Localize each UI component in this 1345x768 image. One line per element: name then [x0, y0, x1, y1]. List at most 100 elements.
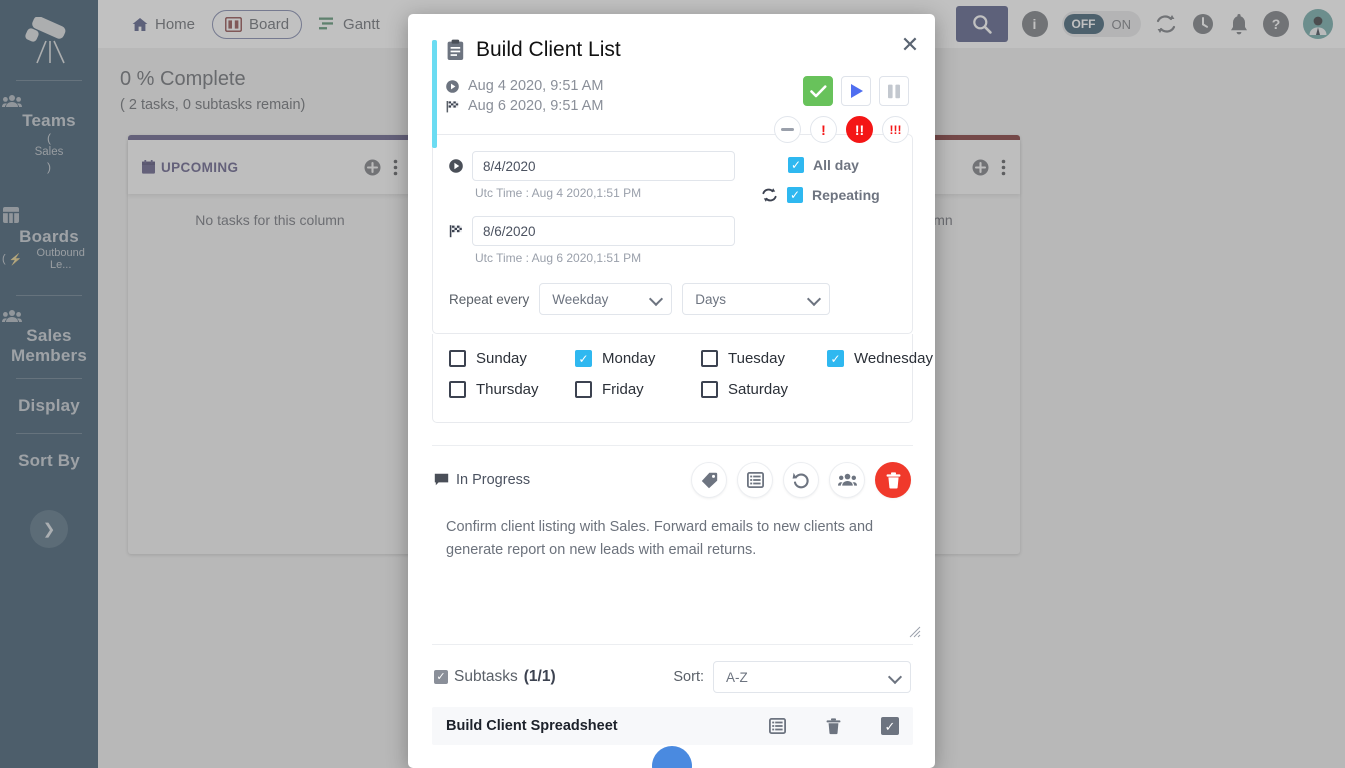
end-datetime: Aug 6 2020, 9:51 AM [468, 98, 604, 114]
subtask-delete-icon[interactable] [826, 717, 841, 735]
start-date-input[interactable] [472, 151, 735, 181]
task-title: Build Client List [476, 38, 621, 61]
subtasks-count: (1/1) [523, 668, 556, 685]
weekday-saturday[interactable]: Saturday [701, 381, 827, 398]
subtasks-sort: Sort: A-Z [673, 661, 911, 693]
progress-status: In Progress [434, 472, 530, 488]
end-date-line: Aug 6 2020, 9:51 AM [446, 96, 603, 116]
modal-title-area: Build Client List [432, 38, 913, 148]
weekday-label: Friday [602, 381, 644, 398]
priority-high-button[interactable]: !!! [882, 116, 909, 143]
weekday-label: Saturday [728, 381, 789, 398]
task-action-buttons [691, 462, 911, 498]
task-detail-modal: ✕ Build Client List Aug 4 2020, 9:51 AM … [408, 14, 935, 768]
schedule-options: All day Repeating [735, 151, 896, 265]
schedule-panel: Utc Time : Aug 4 2020,1:51 PM Utc Time :… [432, 134, 913, 334]
subtask-done-checkbox[interactable] [881, 717, 899, 735]
subtask-notes-icon[interactable] [769, 718, 786, 734]
add-subtask-fab[interactable] [651, 746, 692, 768]
weekday-monday-checkbox[interactable] [575, 350, 592, 367]
weekday-sunday-checkbox[interactable] [449, 350, 466, 367]
play-circle-icon [446, 79, 459, 93]
all-day-label: All day [813, 157, 859, 173]
priority-low-button[interactable]: ! [810, 116, 837, 143]
weekday-tuesday[interactable]: Tuesday [701, 350, 827, 367]
start-utc-time: Utc Time : Aug 4 2020,1:51 PM [475, 186, 642, 200]
weekday-wednesday[interactable]: Wednesday [827, 350, 933, 367]
task-description[interactable]: Confirm client listing with Sales. Forwa… [432, 516, 921, 638]
sort-select-wrap: A-Z [713, 661, 911, 693]
flag-icon [446, 100, 459, 113]
weekday-label: Thursday [476, 381, 539, 398]
start-date-field [449, 151, 735, 181]
modal-dates: Aug 4 2020, 9:51 AM Aug 6 2020, 9:51 AM [446, 76, 603, 116]
weekday-wednesday-checkbox[interactable] [827, 350, 844, 367]
start-datetime: Aug 4 2020, 9:51 AM [468, 78, 604, 94]
play-circle-icon [449, 159, 463, 173]
progress-label: In Progress [456, 472, 531, 488]
repeating-checkbox[interactable] [787, 187, 803, 203]
status-complete-button[interactable] [803, 76, 833, 106]
end-utc-time: Utc Time : Aug 6 2020,1:51 PM [475, 251, 642, 265]
comment-icon [434, 473, 449, 487]
modal-body: Build Client List Aug 4 2020, 9:51 AM Au… [408, 14, 935, 768]
resize-handle[interactable] [909, 626, 921, 638]
subtasks-checkbox[interactable] [434, 670, 448, 684]
priority-none-button[interactable] [774, 116, 801, 143]
modal-dates-row: Aug 4 2020, 9:51 AM Aug 6 2020, 9:51 AM [432, 76, 913, 143]
subtask-name: Build Client Spreadsheet [446, 718, 618, 734]
repeat-every-label: Repeat every [449, 291, 530, 307]
flag-icon [449, 224, 463, 238]
start-date-line: Aug 4 2020, 9:51 AM [446, 76, 603, 96]
weekday-label: Tuesday [728, 350, 785, 367]
status-pause-button[interactable] [879, 76, 909, 106]
date-fields: Utc Time : Aug 4 2020,1:51 PM Utc Time :… [449, 151, 735, 265]
repeat-unit-wrap: Days [682, 283, 831, 315]
all-day-option[interactable]: All day [761, 157, 896, 173]
weekday-thursday-checkbox[interactable] [449, 381, 466, 398]
priority-medium-button[interactable]: !! [846, 116, 873, 143]
weekday-monday[interactable]: Monday [575, 350, 701, 367]
repeating-label: Repeating [812, 187, 880, 203]
weekday-saturday-checkbox[interactable] [701, 381, 718, 398]
all-day-checkbox[interactable] [788, 157, 804, 173]
weekday-panel: Sunday Monday Tuesday Wednesday [432, 334, 933, 423]
clipboard-icon [446, 39, 465, 61]
sync-icon [761, 187, 778, 203]
sort-label: Sort: [673, 669, 704, 685]
end-date-input[interactable] [472, 216, 735, 246]
weekday-grid-spacer [827, 381, 933, 398]
description-text: Confirm client listing with Sales. Forwa… [446, 519, 874, 558]
status-buttons [803, 76, 909, 106]
assign-people-icon[interactable] [829, 462, 865, 498]
trash-icon[interactable] [875, 462, 911, 498]
subtask-actions [769, 717, 899, 735]
weekday-friday-checkbox[interactable] [575, 381, 592, 398]
subtasks-label-wrap: Subtasks (1/1) [434, 668, 556, 686]
weekday-friday[interactable]: Friday [575, 381, 701, 398]
subtask-row[interactable]: Build Client Spreadsheet [432, 707, 913, 745]
priority-buttons: ! !! !!! [774, 116, 909, 143]
weekday-label: Sunday [476, 350, 527, 367]
sort-select[interactable]: A-Z [713, 661, 911, 693]
repeating-option[interactable]: Repeating [761, 187, 896, 203]
repeat-interval-wrap: Weekday [539, 283, 673, 315]
notes-list-icon[interactable] [737, 462, 773, 498]
weekday-grid: Sunday Monday Tuesday Wednesday [449, 350, 933, 398]
progress-row: In Progress [432, 445, 913, 498]
weekday-thursday[interactable]: Thursday [449, 381, 575, 398]
weekday-label: Wednesday [854, 350, 933, 367]
status-start-button[interactable] [841, 76, 871, 106]
schedule-grid: Utc Time : Aug 4 2020,1:51 PM Utc Time :… [449, 151, 896, 265]
repeat-interval-select[interactable]: Weekday [539, 283, 673, 315]
end-date-field [449, 216, 735, 246]
weekday-tuesday-checkbox[interactable] [701, 350, 718, 367]
tag-icon[interactable] [691, 462, 727, 498]
repeat-row: Repeat every Weekday Days [449, 283, 896, 315]
weekday-sunday[interactable]: Sunday [449, 350, 575, 367]
weekday-label: Monday [602, 350, 656, 367]
page-title: Build Client List [446, 38, 621, 62]
undo-icon[interactable] [783, 462, 819, 498]
repeat-unit-select[interactable]: Days [682, 283, 831, 315]
subtasks-header: Subtasks (1/1) Sort: A-Z [432, 645, 913, 693]
